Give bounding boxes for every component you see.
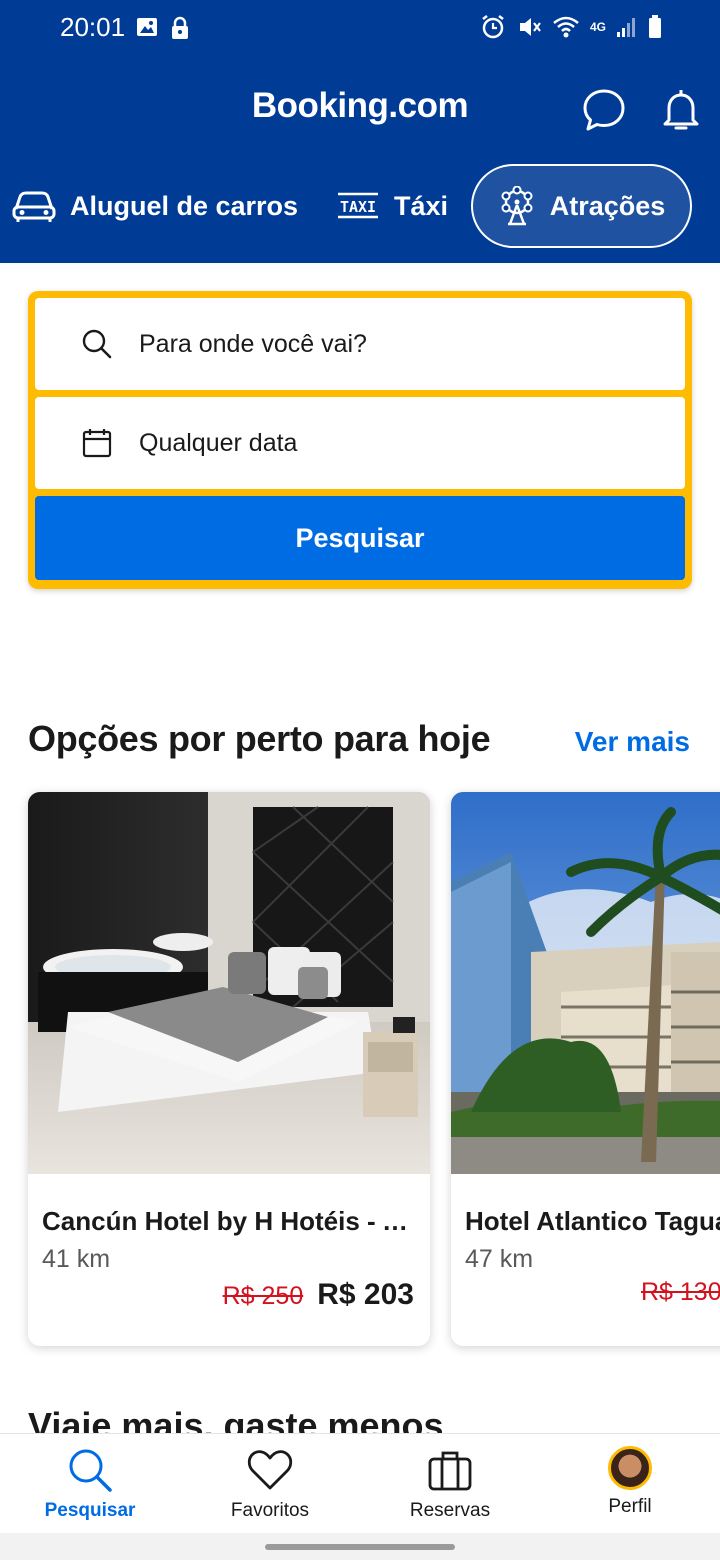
current-price: R$ 203 [317, 1278, 414, 1311]
hotel-name: Hotel Atlantico Tagua [465, 1206, 720, 1236]
status-time: 20:01 [60, 12, 126, 42]
destination-field[interactable]: Para onde você vai? [35, 298, 685, 390]
signal-icon [617, 18, 635, 37]
hotel-name: Cancún Hotel by H Hotéis - Ai... [42, 1206, 416, 1236]
header: 20:01 4G Booking.com Aluguel de carros T… [0, 0, 720, 263]
taxi-icon: TAXI [338, 192, 378, 219]
see-more-link[interactable]: Ver mais [575, 726, 690, 758]
hotel-distance: 47 km [465, 1245, 534, 1273]
home-indicator[interactable] [265, 1544, 455, 1550]
heart-icon [247, 1450, 293, 1490]
briefcase-icon [428, 1451, 472, 1491]
battery-icon [649, 15, 661, 38]
hotel-distance: 41 km [42, 1245, 111, 1273]
nav-favorites-label: Favoritos [230, 1500, 310, 1521]
nav-profile[interactable]: Perfil [540, 1434, 720, 1534]
notifications-button[interactable] [657, 86, 705, 134]
search-button[interactable]: Pesquisar [35, 496, 685, 580]
date-field[interactable]: Qualquer data [35, 397, 685, 489]
calendar-icon [82, 429, 112, 458]
nav-favorites[interactable]: Favoritos [180, 1434, 360, 1534]
hotel-photo [451, 792, 720, 1174]
chat-bubble-icon [583, 89, 625, 131]
section-title: Opções por perto para hoje [28, 718, 491, 759]
system-gesture-bar [0, 1533, 720, 1560]
nav-profile-label: Perfil [608, 1496, 652, 1517]
tab-taxi-label: Táxi [394, 190, 449, 221]
ferris-wheel-icon [501, 186, 533, 226]
bottom-navigation: Pesquisar Favoritos Reservas Perfil [0, 1433, 720, 1533]
search-form: Para onde você vai? Qualquer data Pesqui… [28, 291, 692, 589]
nav-bookings-label: Reservas [409, 1500, 491, 1521]
messages-button[interactable] [580, 86, 628, 134]
hotel-photo [28, 792, 430, 1174]
search-icon [69, 1449, 112, 1492]
tab-attractions-label: Atrações [549, 190, 666, 221]
network-type: 4G [589, 20, 606, 34]
date-placeholder: Qualquer data [139, 428, 298, 457]
destination-placeholder: Para onde você vai? [139, 329, 367, 358]
svg-text:TAXI: TAXI [340, 198, 376, 216]
tab-taxi[interactable]: TAXI Táxi [336, 164, 448, 248]
tab-car-rental[interactable]: Aluguel de carros [12, 164, 298, 248]
nav-search-label: Pesquisar [44, 1500, 136, 1521]
wifi-icon [553, 16, 579, 38]
bell-icon [663, 90, 699, 130]
nav-search[interactable]: Pesquisar [0, 1434, 180, 1534]
old-price: R$ 250 [222, 1282, 304, 1310]
mute-icon [519, 18, 541, 36]
status-bar: 20:01 4G [0, 0, 720, 56]
lock-icon [172, 16, 188, 39]
tab-car-rental-label: Aluguel de carros [70, 190, 299, 221]
hotel-card[interactable]: Cancún Hotel by H Hotéis - Ai... 41 km R… [28, 792, 430, 1346]
car-icon [12, 191, 56, 222]
tab-attractions[interactable]: Atrações [471, 164, 692, 248]
search-icon [82, 329, 112, 359]
nav-bookings[interactable]: Reservas [360, 1434, 540, 1534]
hotel-card[interactable]: Hotel Atlantico Tagua 47 km R$ 130 [451, 792, 720, 1346]
app-screen: 20:01 4G Booking.com Aluguel de carros T… [0, 0, 720, 1560]
alarm-icon [482, 15, 504, 39]
category-bar: Aluguel de carros TAXI Táxi Atrações [0, 164, 720, 252]
image-icon [137, 18, 157, 36]
avatar [608, 1446, 652, 1490]
old-price: R$ 130 [641, 1278, 720, 1306]
